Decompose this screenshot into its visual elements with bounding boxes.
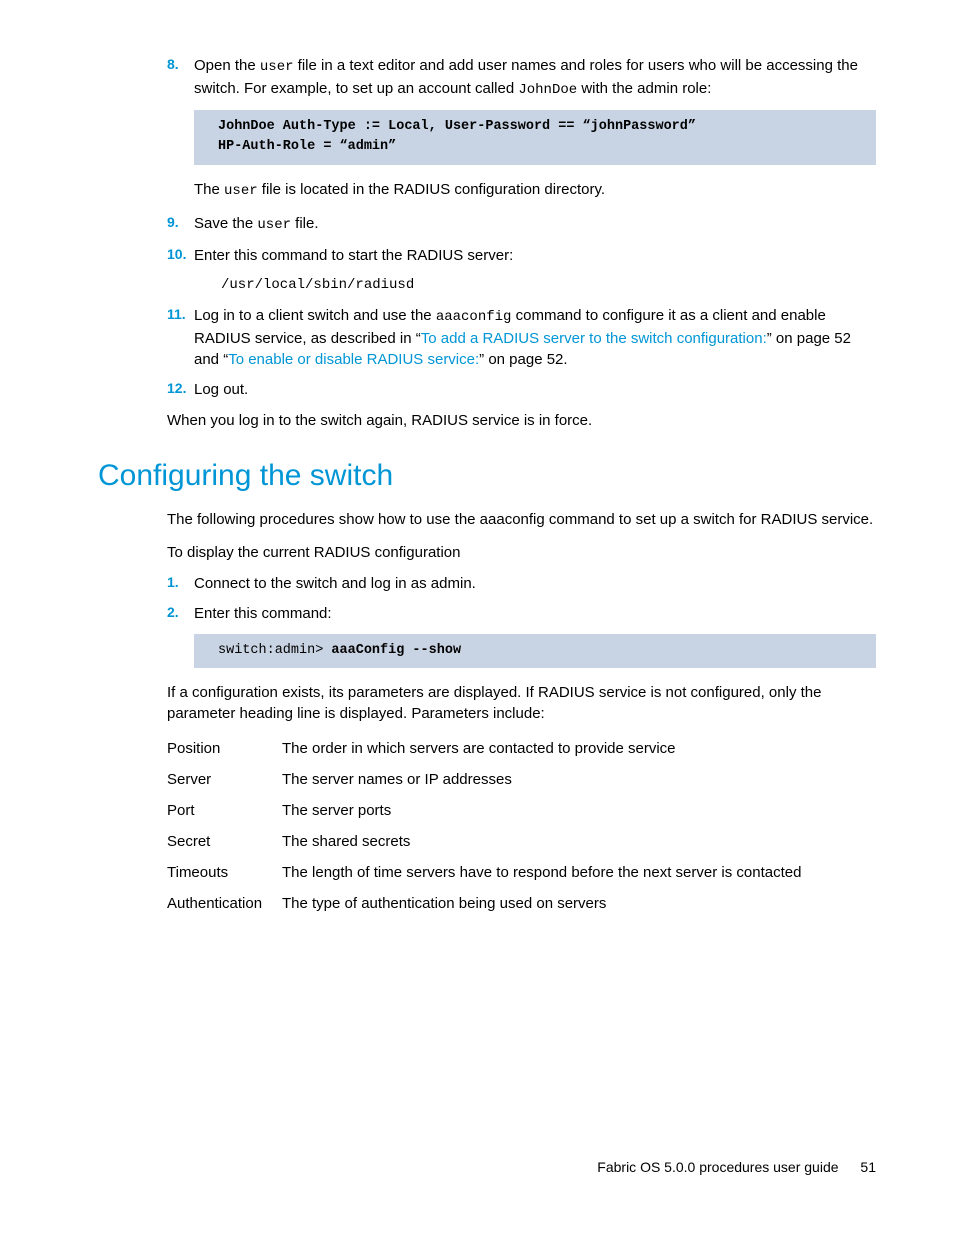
step-number: 12. <box>167 379 186 399</box>
page-footer: Fabric OS 5.0.0 procedures user guide 51 <box>597 1158 876 1178</box>
step-list-top: 8. Open the user file in a text editor a… <box>167 55 876 400</box>
code-block-show: switch:admin> aaaConfig --show <box>194 634 876 668</box>
table-row: Timeouts The length of time servers have… <box>167 862 876 883</box>
step-text: Enter this command to start the RADIUS s… <box>194 247 513 264</box>
step-1: 1. Connect to the switch and log in as a… <box>167 573 876 594</box>
step-10: 10. Enter this command to start the RADI… <box>167 245 876 296</box>
step-list-section: 1. Connect to the switch and log in as a… <box>167 573 876 668</box>
table-row: Secret The shared secrets <box>167 831 876 852</box>
step-number: 10. <box>167 245 186 265</box>
step-11: 11. Log in to a client switch and use th… <box>167 305 876 370</box>
section-body: The following procedures show how to use… <box>167 509 876 914</box>
step-number: 1. <box>167 573 179 593</box>
section-subintro: To display the current RADIUS configurat… <box>167 542 876 563</box>
param-value: The server ports <box>282 800 876 821</box>
step-text: Open the user file in a text editor and … <box>194 57 858 97</box>
step-number: 11. <box>167 305 186 325</box>
table-row: Authentication The type of authenticatio… <box>167 893 876 914</box>
param-value: The length of time servers have to respo… <box>282 862 876 883</box>
params-intro: If a configuration exists, its parameter… <box>167 682 876 724</box>
command-line: /usr/local/sbin/radiusd <box>221 276 876 296</box>
table-row: Position The order in which servers are … <box>167 738 876 759</box>
step-8: 8. Open the user file in a text editor a… <box>167 55 876 201</box>
code-block-auth: JohnDoe Auth-Type := Local, User-Passwor… <box>194 110 876 165</box>
section-heading: Configuring the switch <box>98 455 876 497</box>
step-number: 8. <box>167 55 179 75</box>
step-text: Log out. <box>194 381 248 398</box>
step-text: Log in to a client switch and use the aa… <box>194 307 851 368</box>
step-number: 9. <box>167 213 179 233</box>
param-key: Server <box>167 769 282 790</box>
continued-procedure: 8. Open the user file in a text editor a… <box>167 55 876 431</box>
parameters-table: Position The order in which servers are … <box>167 738 876 914</box>
step-text: Connect to the switch and log in as admi… <box>194 575 476 592</box>
param-key: Secret <box>167 831 282 852</box>
step-text: Save the user file. <box>194 215 319 232</box>
param-value: The order in which servers are contacted… <box>282 738 876 759</box>
param-key: Timeouts <box>167 862 282 883</box>
param-key: Authentication <box>167 893 282 914</box>
step-12: 12. Log out. <box>167 379 876 400</box>
param-key: Port <box>167 800 282 821</box>
table-row: Server The server names or IP addresses <box>167 769 876 790</box>
footer-title: Fabric OS 5.0.0 procedures user guide <box>597 1159 838 1175</box>
section-intro: The following procedures show how to use… <box>167 509 876 530</box>
closing-text: When you log in to the switch again, RAD… <box>167 410 876 431</box>
step-2: 2. Enter this command: switch:admin> aaa… <box>167 603 876 668</box>
link-add-radius-server[interactable]: To add a RADIUS server to the switch con… <box>421 330 767 347</box>
param-value: The type of authentication being used on… <box>282 893 876 914</box>
param-value: The shared secrets <box>282 831 876 852</box>
step-9: 9. Save the user file. <box>167 213 876 236</box>
step-note: The user file is located in the RADIUS c… <box>194 179 876 202</box>
step-number: 2. <box>167 603 179 623</box>
param-value: The server names or IP addresses <box>282 769 876 790</box>
link-enable-disable-radius[interactable]: To enable or disable RADIUS service: <box>228 351 479 368</box>
step-text: Enter this command: <box>194 605 332 622</box>
table-row: Port The server ports <box>167 800 876 821</box>
page-number: 51 <box>860 1159 876 1175</box>
param-key: Position <box>167 738 282 759</box>
